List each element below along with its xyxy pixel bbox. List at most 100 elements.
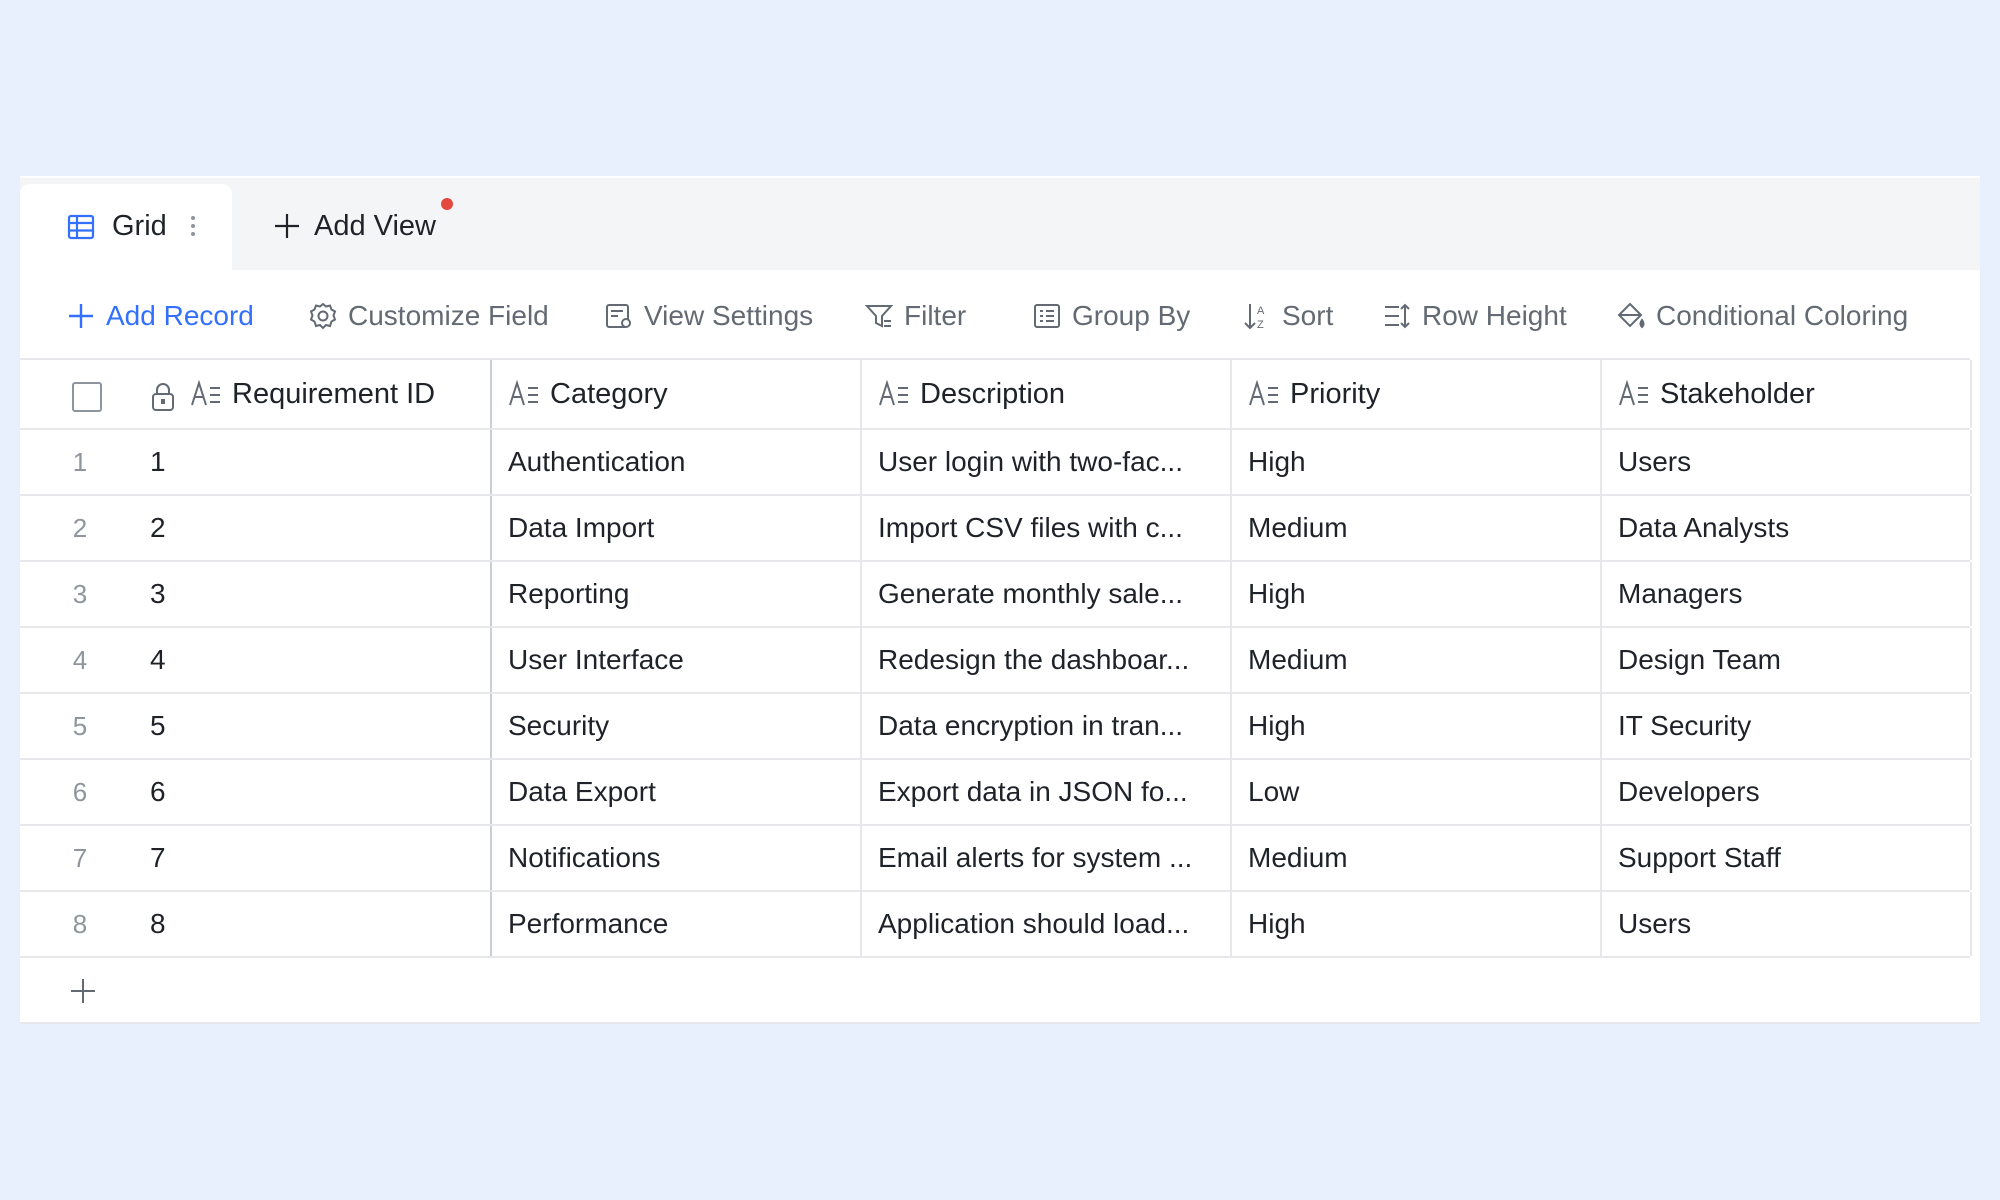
customize-field-label: Customize Field xyxy=(348,300,549,331)
grid-toolbar: Add Record Customize Field View Settings… xyxy=(20,274,1980,358)
cell-requirement-id[interactable]: 1 xyxy=(150,430,488,494)
cell-stakeholder[interactable]: IT Security xyxy=(1600,694,1972,758)
add-record-label: Add Record xyxy=(106,300,254,331)
column-header-label: Stakeholder xyxy=(1660,377,1815,410)
cell-category[interactable]: Performance xyxy=(490,892,860,956)
view-settings-label: View Settings xyxy=(644,300,814,331)
text-field-icon xyxy=(1619,380,1648,406)
cell-description[interactable]: Data encryption in tran... xyxy=(860,694,1230,758)
filter-label: Filter xyxy=(904,300,967,331)
cell-category[interactable]: Reporting xyxy=(490,562,860,626)
paint-bucket-icon xyxy=(1617,302,1645,329)
cell-requirement-id[interactable]: 7 xyxy=(150,826,488,890)
cell-requirement-id[interactable]: 4 xyxy=(150,628,488,692)
cell-requirement-id[interactable]: 3 xyxy=(150,562,488,626)
row-number: 2 xyxy=(72,512,88,543)
row-number: 4 xyxy=(72,644,88,675)
cell-requirement-id[interactable]: 2 xyxy=(150,496,488,560)
sort-button[interactable]: A Z Sort xyxy=(1242,296,1333,336)
cell-description[interactable]: Import CSV files with c... xyxy=(860,496,1230,560)
cell-category[interactable]: Data Import xyxy=(490,496,860,560)
cell-description[interactable]: User login with two-fac... xyxy=(860,430,1230,494)
cell-description[interactable]: Export data in JSON fo... xyxy=(860,760,1230,824)
cell-category[interactable]: Data Export xyxy=(490,760,860,824)
column-header-requirement-id[interactable]: Requirement ID xyxy=(190,360,488,428)
cell-stakeholder[interactable]: Data Analysts xyxy=(1600,496,1972,560)
cell-description[interactable]: Generate monthly sale... xyxy=(860,562,1230,626)
gear-icon xyxy=(309,302,337,330)
notification-dot xyxy=(441,198,453,210)
table-row[interactable]: 8 8 Performance Application should load.… xyxy=(20,892,1972,958)
cell-requirement-id[interactable]: 6 xyxy=(150,760,488,824)
grid-view-app: Grid Add View Add Record Customize Field… xyxy=(20,176,1980,1024)
cell-priority[interactable]: High xyxy=(1230,694,1600,758)
table-row[interactable]: 1 1 Authentication User login with two-f… xyxy=(20,430,1972,496)
cell-requirement-id[interactable]: 8 xyxy=(150,892,488,956)
add-row-button[interactable] xyxy=(20,958,1980,1024)
cell-description[interactable]: Email alerts for system ... xyxy=(860,826,1230,890)
text-field-icon xyxy=(879,380,908,406)
cell-category[interactable]: Security xyxy=(490,694,860,758)
cell-priority[interactable]: High xyxy=(1230,430,1600,494)
cell-description[interactable]: Application should load... xyxy=(860,892,1230,956)
column-header-description[interactable]: Description xyxy=(860,360,1230,428)
cell-category[interactable]: User Interface xyxy=(490,628,860,692)
table-row[interactable]: 3 3 Reporting Generate monthly sale... H… xyxy=(20,562,1972,628)
row-height-label: Row Height xyxy=(1422,300,1567,331)
select-all-checkbox[interactable] xyxy=(72,382,102,412)
more-vertical-icon[interactable] xyxy=(186,210,200,242)
cell-stakeholder[interactable]: Developers xyxy=(1600,760,1972,824)
customize-field-button[interactable]: Customize Field xyxy=(308,296,549,336)
column-header-label: Category xyxy=(550,377,668,410)
text-field-icon xyxy=(191,380,220,406)
column-header-stakeholder[interactable]: Stakeholder xyxy=(1600,360,1972,428)
column-header-priority[interactable]: Priority xyxy=(1230,360,1600,428)
table-row[interactable]: 7 7 Notifications Email alerts for syste… xyxy=(20,826,1972,892)
text-field-icon xyxy=(509,380,538,406)
cell-priority[interactable]: Medium xyxy=(1230,826,1600,890)
svg-text:Z: Z xyxy=(1257,319,1264,331)
cell-stakeholder[interactable]: Managers xyxy=(1600,562,1972,626)
column-header-label: Requirement ID xyxy=(232,377,436,410)
add-view-button[interactable]: Add View xyxy=(272,204,436,248)
cell-requirement-id[interactable]: 5 xyxy=(150,694,488,758)
column-header-category[interactable]: Category xyxy=(490,360,860,428)
svg-text:A: A xyxy=(1257,305,1265,317)
filter-button[interactable]: Filter xyxy=(864,296,966,336)
cell-stakeholder[interactable]: Design Team xyxy=(1600,628,1972,692)
cell-priority[interactable]: High xyxy=(1230,892,1600,956)
cell-description[interactable]: Redesign the dashboar... xyxy=(860,628,1230,692)
cell-stakeholder[interactable]: Users xyxy=(1600,430,1972,494)
cell-stakeholder[interactable]: Users xyxy=(1600,892,1972,956)
view-settings-button[interactable]: View Settings xyxy=(604,296,813,336)
sort-label: Sort xyxy=(1282,300,1334,331)
conditional-coloring-button[interactable]: Conditional Coloring xyxy=(1616,296,1908,336)
table-row[interactable]: 4 4 User Interface Redesign the dashboar… xyxy=(20,628,1972,694)
cell-stakeholder[interactable]: Support Staff xyxy=(1600,826,1972,890)
tab-grid[interactable]: Grid xyxy=(20,184,232,274)
cell-category[interactable]: Notifications xyxy=(490,826,860,890)
add-view-label: Add View xyxy=(314,209,436,242)
cell-priority[interactable]: Medium xyxy=(1230,496,1600,560)
group-by-button[interactable]: Group By xyxy=(1032,296,1190,336)
row-height-icon xyxy=(1385,303,1410,329)
table-row[interactable]: 2 2 Data Import Import CSV files with c.… xyxy=(20,496,1972,562)
cell-priority[interactable]: Low xyxy=(1230,760,1600,824)
table-row[interactable]: 5 5 Security Data encryption in tran... … xyxy=(20,694,1972,760)
plus-icon xyxy=(71,979,95,1003)
table-row[interactable]: 6 6 Data Export Export data in JSON fo..… xyxy=(20,760,1972,826)
view-settings-icon xyxy=(606,304,631,328)
row-number: 1 xyxy=(72,446,88,477)
row-height-button[interactable]: Row Height xyxy=(1382,296,1567,336)
text-field-icon xyxy=(1249,380,1278,406)
add-record-button[interactable]: Add Record xyxy=(66,296,254,336)
plus-icon xyxy=(275,214,299,238)
row-number: 7 xyxy=(72,842,88,873)
cell-priority[interactable]: Medium xyxy=(1230,628,1600,692)
data-grid: Requirement ID Category Description Prio… xyxy=(20,358,1980,1024)
grid-table-icon xyxy=(67,214,95,240)
column-header-label: Description xyxy=(920,377,1066,410)
cell-category[interactable]: Authentication xyxy=(490,430,860,494)
cell-priority[interactable]: High xyxy=(1230,562,1600,626)
row-number: 6 xyxy=(72,776,88,807)
